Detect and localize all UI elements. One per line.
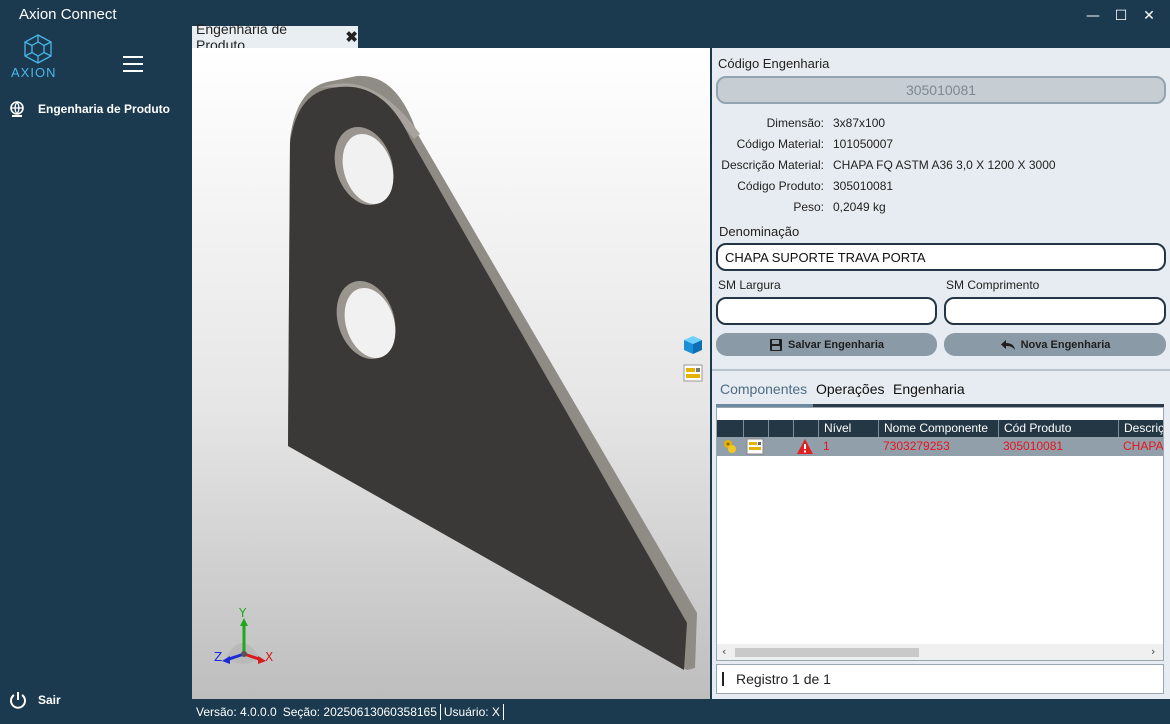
info-product-code: Código Produto: 305010081: [737, 179, 894, 193]
record-count-label: Registro 1 de 1: [736, 671, 831, 687]
3d-viewer[interactable]: Y X Z: [192, 48, 710, 699]
maximize-button[interactable]: ☐: [1110, 6, 1132, 26]
logo-text: AXION: [11, 65, 57, 80]
session-label: Seção: 20250613060358165: [282, 705, 437, 719]
code-input[interactable]: 305010081: [716, 76, 1166, 104]
properties-panel-icon[interactable]: [682, 362, 704, 384]
save-engineering-button[interactable]: Salvar Engenharia: [716, 333, 937, 356]
grid-col-nivel[interactable]: Nível: [818, 420, 878, 437]
horizontal-scrollbar[interactable]: ‹ ›: [717, 644, 1163, 660]
scrollbar-thumb[interactable]: [735, 648, 919, 657]
cell-nome-componente: 7303279253: [883, 439, 950, 453]
properties-icon[interactable]: [746, 438, 764, 455]
sm-length-label: SM Comprimento: [946, 278, 1040, 292]
power-icon: [10, 692, 26, 709]
cell-descricao: CHAPA: [1123, 439, 1164, 453]
components-grid[interactable]: Nível Nome Componente Cód Produto Descri…: [716, 407, 1164, 661]
grid-col-empty-1: [717, 420, 743, 437]
warning-icon: [797, 439, 813, 454]
sm-length-input[interactable]: [944, 297, 1166, 325]
close-tab-icon[interactable]: ✖: [345, 28, 358, 46]
minimize-button[interactable]: —: [1082, 6, 1104, 26]
tab-componentes[interactable]: Componentes: [720, 381, 807, 397]
close-button[interactable]: ✕: [1138, 6, 1160, 26]
info-material-description: Descrição Material: CHAPA FQ ASTM A36 3,…: [721, 158, 1056, 172]
sm-width-label: SM Largura: [718, 278, 781, 292]
axis-triad: Y X Z: [212, 606, 276, 672]
title-bar: Axion Connect — ☐ ✕: [0, 0, 1170, 30]
record-counter: Registro 1 de 1: [716, 664, 1164, 694]
grid-col-empty-3: [768, 420, 793, 437]
user-label: Usuário: X: [443, 705, 500, 719]
globe-icon: [10, 101, 24, 117]
grid-col-cod-produto[interactable]: Cód Produto: [998, 420, 1118, 437]
view-cube-icon[interactable]: [682, 334, 704, 356]
record-cursor: [722, 672, 724, 686]
app-title: Axion Connect: [19, 6, 117, 23]
grid-col-empty-4: [793, 420, 818, 437]
menu-toggle-icon[interactable]: [123, 56, 143, 72]
grid-col-descricao[interactable]: Descriç: [1118, 420, 1163, 437]
grid-col-empty-2: [743, 420, 768, 437]
status-bar: Versão: 4.0.0.0 Seção: 20250613060358165…: [192, 700, 507, 724]
scroll-left-icon[interactable]: ‹: [722, 645, 726, 658]
tab-engenharia[interactable]: Engenharia: [893, 381, 965, 397]
cell-nivel: 1: [823, 439, 830, 453]
axis-x-label: X: [265, 650, 274, 664]
new-engineering-button[interactable]: Nova Engenharia: [944, 333, 1166, 356]
grid-col-nome-componente[interactable]: Nome Componente: [878, 420, 998, 437]
sidebar-item-engenharia[interactable]: Engenharia de Produto: [8, 100, 170, 118]
info-weight: Peso: 0,2049 kg: [793, 200, 886, 214]
sidebar-item-label: Engenharia de Produto: [38, 102, 171, 116]
table-row[interactable]: 1 7303279253 305010081 CHAPA: [717, 437, 1164, 456]
panel-divider: [712, 369, 1170, 371]
exit-label: Sair: [38, 693, 61, 707]
engineering-panel: Código Engenharia 305010081 Dimensão: 3x…: [712, 48, 1170, 699]
info-dimension: Dimensão: 3x87x100: [766, 116, 886, 130]
denomination-label: Denominação: [719, 224, 800, 239]
denomination-input[interactable]: CHAPA SUPORTE TRAVA PORTA: [716, 243, 1166, 271]
cell-cod-produto: 305010081: [1003, 439, 1064, 453]
save-icon: [770, 338, 782, 351]
components-icon[interactable]: [721, 438, 739, 455]
undo-arrow-icon: [1000, 339, 1015, 350]
version-label: Versão: 4.0.0.0: [196, 705, 277, 719]
grid-header: Nível Nome Componente Cód Produto Descri…: [717, 420, 1163, 437]
exit-button[interactable]: Sair: [8, 689, 61, 711]
axis-z-label: Z: [214, 650, 223, 664]
tab-engenharia-de-produto[interactable]: Engenharia de Produto ✖: [192, 21, 358, 53]
code-label: Código Engenharia: [718, 56, 830, 71]
info-material-code: Código Material: 101050007: [736, 137, 894, 151]
sm-width-input[interactable]: [716, 297, 937, 325]
part-model: [288, 75, 697, 671]
scroll-right-icon[interactable]: ›: [1151, 645, 1155, 658]
tab-operacoes[interactable]: Operações: [816, 381, 884, 397]
axis-y-label: Y: [239, 606, 247, 620]
